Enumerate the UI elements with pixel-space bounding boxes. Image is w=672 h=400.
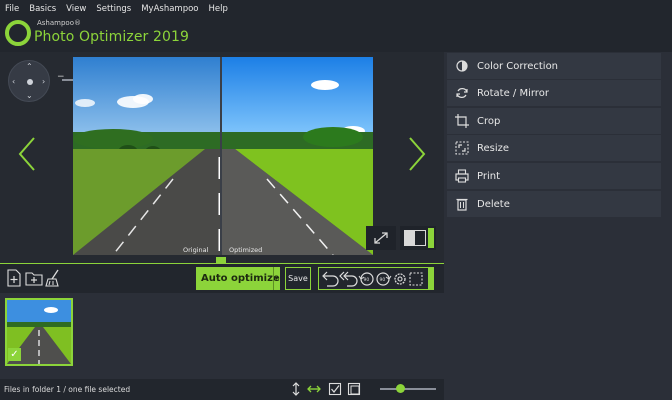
thumbnail-strip: ✓: [0, 294, 444, 378]
edit-history-group: 90 90: [318, 267, 434, 290]
auto-optimize-label: Auto optimize: [201, 273, 280, 284]
menu-settings[interactable]: Settings: [96, 4, 131, 14]
app-title: Photo Optimizer 2019: [34, 29, 189, 45]
action-label: Delete: [477, 198, 510, 210]
deselect-icon[interactable]: [347, 382, 361, 396]
caption-original: Original: [183, 246, 209, 254]
action-delete[interactable]: Delete: [447, 191, 661, 217]
pan-center-icon[interactable]: [27, 79, 33, 85]
svg-text:90: 90: [364, 277, 370, 283]
expand-icon: [374, 232, 388, 244]
brand-company: Ashampoo®: [37, 19, 81, 27]
color-correction-icon: [456, 60, 468, 72]
image-viewer: ⌃ ⌄ ‹ › − +: [0, 52, 444, 263]
split-view-icon: [404, 230, 426, 246]
edit-dropdown[interactable]: [428, 268, 433, 289]
action-rotate-mirror[interactable]: Rotate / Mirror: [447, 80, 661, 106]
thumbnail-size-handle[interactable]: [396, 384, 405, 393]
status-bar: Files in folder 1 / one file selected: [0, 379, 444, 400]
compare-dropdown[interactable]: [428, 228, 434, 248]
selection-icon[interactable]: [409, 272, 423, 286]
thumbnail-size-slider[interactable]: [380, 388, 436, 390]
print-icon: [455, 169, 469, 183]
resize-icon: [455, 141, 469, 155]
app-window: File Basics View Settings MyAshampoo Hel…: [0, 0, 672, 400]
undo-icon[interactable]: [322, 271, 339, 287]
pan-down-icon[interactable]: ⌄: [26, 92, 33, 100]
fullscreen-button[interactable]: [366, 226, 396, 250]
clear-list-icon[interactable]: [44, 269, 62, 287]
settings-gear-icon[interactable]: [394, 273, 406, 285]
crop-icon: [455, 114, 469, 128]
undo-all-icon[interactable]: [339, 271, 358, 287]
status-text: Files in folder 1 / one file selected: [4, 385, 131, 394]
svg-text:90: 90: [380, 277, 386, 283]
menu-myashampoo[interactable]: MyAshampoo: [141, 4, 198, 14]
horizontal-layout-icon[interactable]: [307, 382, 321, 396]
pan-left-icon[interactable]: ‹: [12, 78, 15, 86]
vertical-layout-icon[interactable]: [289, 382, 303, 396]
select-all-icon[interactable]: [328, 382, 342, 396]
photo-preview: [73, 57, 373, 255]
action-panel: Color Correction Rotate / Mirror Crop Re…: [445, 52, 672, 400]
app-logo-icon: [5, 20, 31, 46]
pan-up-icon[interactable]: ⌃: [26, 63, 33, 71]
rotate-icon: [456, 88, 468, 98]
pan-right-icon[interactable]: ›: [42, 78, 45, 86]
menu-help[interactable]: Help: [209, 4, 228, 14]
add-folder-icon[interactable]: [25, 269, 43, 287]
rotate-right-90-icon[interactable]: 90: [376, 272, 392, 286]
compare-view-button[interactable]: [400, 226, 436, 250]
chevron-down-icon[interactable]: ▾: [275, 275, 280, 282]
action-label: Print: [477, 170, 501, 182]
add-file-icon[interactable]: [5, 269, 23, 287]
caption-optimized: Optimized: [229, 246, 263, 254]
selected-check-icon[interactable]: ✓: [8, 348, 21, 361]
previous-image-icon[interactable]: [14, 134, 44, 174]
action-label: Color Correction: [477, 60, 559, 72]
header: File Basics View Settings MyAshampoo Hel…: [0, 0, 672, 52]
menu-basics[interactable]: Basics: [29, 4, 56, 14]
pan-navigator[interactable]: ⌃ ⌄ ‹ ›: [8, 60, 50, 102]
menu-file[interactable]: File: [5, 4, 19, 14]
trash-icon: [456, 198, 468, 211]
next-image-icon[interactable]: [402, 134, 432, 174]
toolbar: Auto optimize ▾ Save 90 90: [0, 263, 444, 293]
auto-optimize-button[interactable]: Auto optimize ▾: [196, 267, 280, 290]
action-crop[interactable]: Crop: [447, 108, 661, 134]
action-label: Crop: [477, 115, 501, 127]
action-resize[interactable]: Resize: [447, 135, 661, 161]
menu-bar: File Basics View Settings MyAshampoo Hel…: [5, 4, 228, 14]
action-color-correction[interactable]: Color Correction: [447, 53, 661, 79]
action-label: Rotate / Mirror: [477, 87, 549, 99]
menu-view[interactable]: View: [66, 4, 86, 14]
split-divider[interactable]: [220, 57, 222, 255]
save-button[interactable]: Save: [285, 267, 311, 290]
action-label: Resize: [477, 142, 510, 154]
action-print[interactable]: Print: [447, 163, 661, 189]
rotate-left-90-icon[interactable]: 90: [358, 272, 374, 286]
